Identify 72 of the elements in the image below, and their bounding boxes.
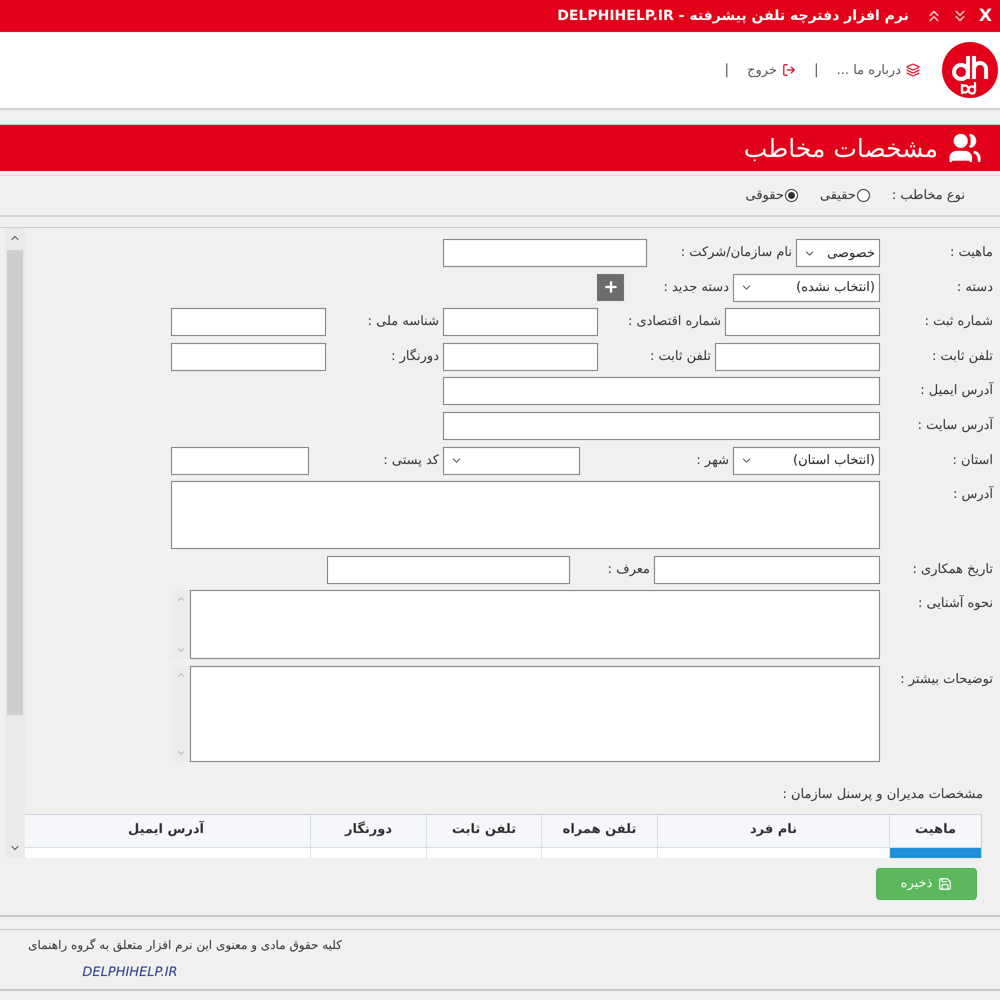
column-header[interactable]: ماهیت [889,815,981,848]
text-field[interactable] [171,446,309,475]
text-field[interactable] [171,308,326,336]
column-header[interactable]: دورنگار [310,815,426,848]
field-label: تلفن ثابت : [648,348,712,366]
field-label: نحوه آشنایی : [916,594,994,614]
field-label: آدرس : [952,484,994,504]
menu-separator: | [724,62,730,78]
field-label: نوع مخاطب : [892,188,965,203]
table-cell[interactable] [541,848,657,858]
dropdown[interactable]: (انتخاب استان) [733,446,880,475]
add-button[interactable] [597,274,624,301]
about-link[interactable]: درباره ما ... [836,62,920,78]
dropdown[interactable]: خصوصی [796,239,880,267]
field-label: شناسه ملی : [366,313,440,332]
field-label: شماره اقتصادی : [626,313,722,332]
field-label: آدرس سایت : [916,416,994,435]
field-label: تاریخ همکاری : [912,560,994,579]
field-label: آدرس ایمیل : [919,380,994,400]
field-label: دورنگار : [390,348,440,366]
table-cell[interactable] [657,848,889,858]
radio-option[interactable]: حقیقی [820,188,870,203]
table-cell[interactable] [889,848,981,858]
exit-link[interactable]: خروج [747,62,796,78]
field-label: شهر : [695,452,730,470]
field-label: دسته جدید : [662,278,730,297]
radio-button[interactable] [784,189,798,202]
text-field[interactable] [443,412,880,440]
radio-option[interactable]: حقوقی [745,188,798,203]
text-field[interactable] [443,239,647,267]
text-field[interactable] [443,342,598,371]
field-label: استان : [952,452,994,470]
radio-button[interactable] [856,189,870,202]
menu-separator: | [814,62,819,78]
text-field[interactable] [715,342,880,371]
website-link[interactable]: DELPHIHELP.IR [0,964,260,982]
text-area[interactable] [190,590,880,660]
section-title: مشخصات مدیران و پرسنل سازمان : [781,786,983,804]
column-header[interactable]: نام فرد [657,815,889,848]
text-field[interactable] [654,556,880,584]
field-label: نام سازمان/شرکت : [680,244,793,262]
exit-icon [782,63,796,77]
dropdown[interactable]: (انتخاب نشده) [733,274,880,302]
field-label: شماره ثبت : [924,313,994,332]
close-button[interactable]: X [976,6,994,26]
copyright-text: کلیه حقوق مادی و معنوی این نرم افزار متعلق به گروه راهنمای [27,937,342,954]
field-label: ماهیت : [949,244,994,262]
text-field[interactable] [443,377,880,406]
table-cell[interactable] [310,848,426,858]
text-field[interactable] [171,342,326,371]
column-header[interactable]: تلفن ثابت [426,815,541,848]
plus-icon [602,279,618,296]
field-label: توضیحات بیشتر : [899,670,994,689]
save-icon [938,876,952,890]
scrollbar[interactable] [5,228,25,858]
field-label: کد پستی : [382,452,440,470]
layers-icon [906,63,920,77]
text-area[interactable] [171,481,880,550]
field-label: دسته : [956,278,994,297]
text-field[interactable] [327,556,570,584]
dropdown[interactable] [443,446,580,475]
window-title: نرم افزار دفترچه تلفن پیشرفته - DELPHIHELP.IR [557,8,909,24]
text-area[interactable] [190,666,880,762]
text-field[interactable] [443,308,598,336]
page-title: مشخصات مخاطب [744,134,938,162]
text-field[interactable] [725,308,880,336]
users-icon [948,131,982,165]
table-cell[interactable] [426,848,541,858]
field-label: تلفن ثابت : [930,348,994,366]
field-label: معرف : [606,560,651,579]
table-cell[interactable] [25,848,310,858]
column-header[interactable]: تلفن همراه [541,815,657,848]
